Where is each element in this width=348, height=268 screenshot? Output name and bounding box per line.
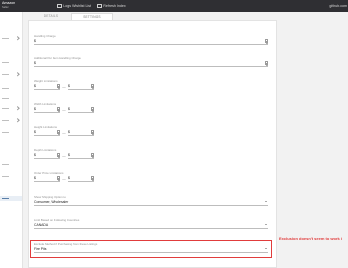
calculator-icon[interactable] xyxy=(265,39,268,43)
sidebar-item-bar xyxy=(2,73,9,75)
refresh-link[interactable]: Refresh Index xyxy=(97,0,126,12)
top-bar: Amazon Seller Logs Wishlist List Refresh… xyxy=(0,0,348,12)
currency-symbol: $ xyxy=(34,176,36,181)
chevron-right-icon xyxy=(15,72,20,77)
sidebar-item[interactable] xyxy=(0,130,22,135)
sidebar-item[interactable] xyxy=(0,86,22,91)
currency-symbol: $ xyxy=(68,153,70,158)
calculator-icon[interactable] xyxy=(57,107,60,111)
range-separator: — xyxy=(62,84,66,89)
calculator-icon[interactable] xyxy=(265,61,268,65)
weight-min-input[interactable]: $ xyxy=(34,83,60,91)
annotation-highlight-box xyxy=(30,240,272,258)
dropdown-arrow-icon xyxy=(265,223,267,225)
calculator-icon[interactable] xyxy=(91,176,94,180)
calculator-icon[interactable] xyxy=(57,84,60,88)
chevron-right-icon xyxy=(15,36,20,41)
chevron-right-icon xyxy=(15,118,20,123)
weight-max-input[interactable]: $ xyxy=(68,83,94,91)
currency-symbol: $ xyxy=(34,153,36,158)
sidebar xyxy=(0,12,23,268)
range-separator: — xyxy=(62,176,66,181)
height-limitations-field: Height Limitations $ — $ xyxy=(34,125,94,137)
countries-select[interactable]: CANADA xyxy=(34,222,268,230)
logs-link-label: Logs Wishlist List xyxy=(63,4,92,8)
app-logo[interactable]: Amazon Seller xyxy=(2,1,16,9)
additional-handling-charge-field: Additional Per Item Handling Charge $ xyxy=(34,56,268,68)
weight-limitations-field: Weight Limitations $ — $ xyxy=(34,79,94,91)
sidebar-item-bar xyxy=(2,87,9,89)
sidebar-item[interactable] xyxy=(0,162,22,167)
select-value: CANADA xyxy=(34,223,49,228)
calculator-icon[interactable] xyxy=(91,107,94,111)
currency-symbol: $ xyxy=(34,107,36,112)
sidebar-item-bar xyxy=(2,107,9,109)
sidebar-item[interactable] xyxy=(0,174,22,179)
handling-charge-field: Handling Charge $ xyxy=(34,34,268,46)
height-min-input[interactable]: $ xyxy=(34,129,60,137)
sidebar-item[interactable] xyxy=(0,36,22,41)
brand-name: Amazon xyxy=(2,1,16,5)
shipping-option-select[interactable]: Consumer, Wholesaler xyxy=(34,199,268,207)
currency-symbol: $ xyxy=(68,84,70,89)
additional-handling-charge-input[interactable]: $ xyxy=(34,60,268,68)
calculator-icon[interactable] xyxy=(57,153,60,157)
sidebar-item-bar xyxy=(2,163,9,165)
currency-symbol: $ xyxy=(34,61,36,66)
calculator-icon[interactable] xyxy=(91,130,94,134)
currency-symbol: $ xyxy=(34,84,36,89)
height-max-input[interactable]: $ xyxy=(68,129,94,137)
annotation-note: Exclusion doesn't seem to work i xyxy=(279,236,342,241)
brand-sub: Seller xyxy=(2,5,9,9)
limit-countries-field: Limit Based on Following Countries CANAD… xyxy=(34,218,268,230)
sidebar-item[interactable] xyxy=(0,60,22,65)
sidebar-item-bar xyxy=(2,97,9,99)
calculator-icon[interactable] xyxy=(57,176,60,180)
calculator-icon[interactable] xyxy=(57,130,60,134)
range-separator: — xyxy=(62,153,66,158)
sidebar-item-bar xyxy=(2,37,9,39)
dropdown-arrow-icon xyxy=(265,200,267,202)
refresh-link-label: Refresh Index xyxy=(103,4,126,8)
width-max-input[interactable]: $ xyxy=(68,106,94,114)
sidebar-item-bar xyxy=(2,175,9,177)
list-icon xyxy=(57,3,62,9)
sidebar-item[interactable] xyxy=(0,118,22,123)
sidebar-item-bar xyxy=(2,61,9,63)
sidebar-item-bar xyxy=(2,119,9,121)
sidebar-item-bar xyxy=(2,197,9,199)
sidebar-item[interactable] xyxy=(0,96,22,101)
sidebar-item[interactable] xyxy=(0,72,22,77)
price-min-input[interactable]: $ xyxy=(34,175,60,183)
sidebar-item[interactable] xyxy=(0,106,22,111)
width-min-input[interactable]: $ xyxy=(34,106,60,114)
tab-details[interactable]: DETAILS xyxy=(31,13,71,20)
range-separator: — xyxy=(62,107,66,112)
currency-symbol: $ xyxy=(68,130,70,135)
chevron-right-icon xyxy=(15,106,20,111)
depth-min-input[interactable]: $ xyxy=(34,152,60,160)
settings-form: Handling Charge $ Additional Per Item Ha… xyxy=(28,20,277,268)
currency-symbol: $ xyxy=(34,130,36,135)
user-menu[interactable]: github.com xyxy=(329,0,347,12)
sidebar-item-active[interactable] xyxy=(0,196,22,201)
sidebar-item-bar xyxy=(2,131,9,133)
depth-limitations-field: Depth Limitations $ — $ xyxy=(34,148,94,160)
logs-link[interactable]: Logs Wishlist List xyxy=(57,0,91,12)
range-separator: — xyxy=(62,130,66,135)
order-price-limitations-field: Order Price Limitations $ — $ xyxy=(34,171,94,183)
currency-symbol: $ xyxy=(34,39,36,44)
select-value: Consumer, Wholesaler xyxy=(34,200,69,205)
refresh-icon xyxy=(97,3,102,9)
shipping-option-field: Show Shipping Option to Consumer, Wholes… xyxy=(34,195,268,207)
calculator-icon[interactable] xyxy=(91,153,94,157)
currency-symbol: $ xyxy=(68,176,70,181)
handling-charge-input[interactable]: $ xyxy=(34,38,268,46)
depth-max-input[interactable]: $ xyxy=(68,152,94,160)
currency-symbol: $ xyxy=(68,107,70,112)
calculator-icon[interactable] xyxy=(91,84,94,88)
width-limitations-field: Width Limitations $ — $ xyxy=(34,102,94,114)
price-max-input[interactable]: $ xyxy=(68,175,94,183)
